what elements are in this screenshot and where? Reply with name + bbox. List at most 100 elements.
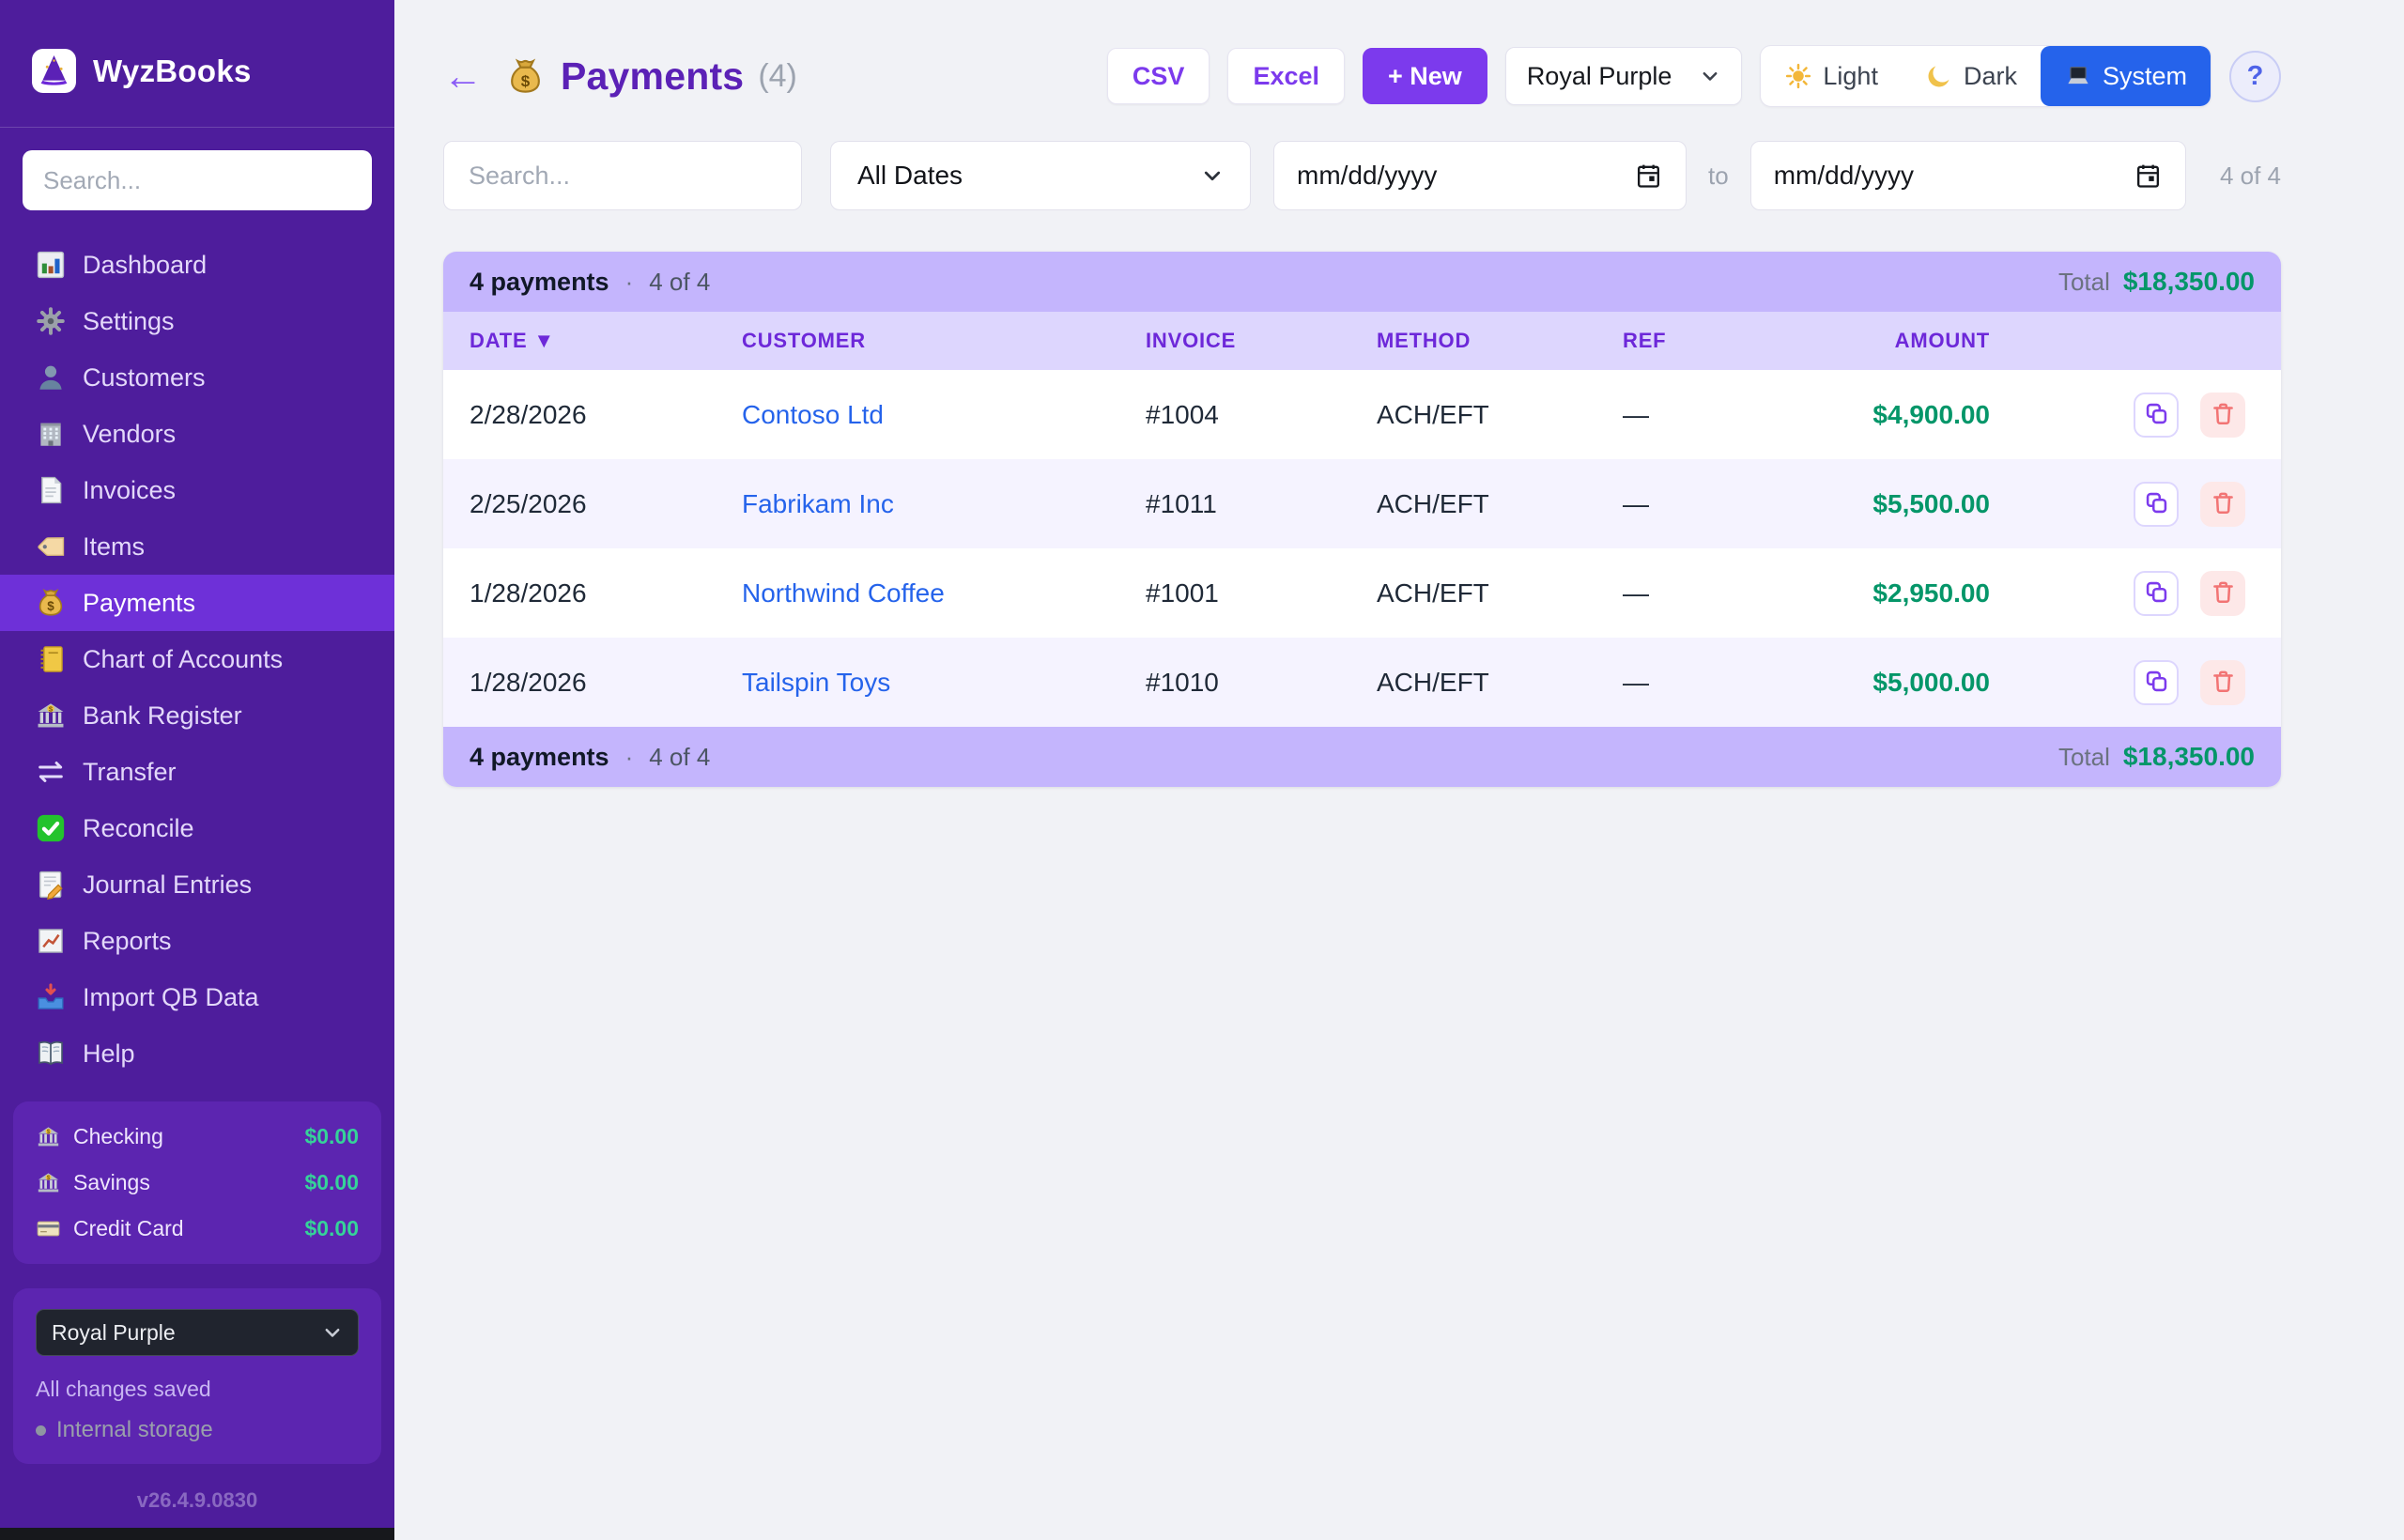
back-button[interactable]: ← [443,56,483,96]
theme-select[interactable]: Royal Purple [36,1309,359,1356]
calendar-icon[interactable] [2134,162,2163,191]
cell-amount: $5,000.00 [1820,668,1990,698]
account-credit-card[interactable]: Credit Card$0.00 [36,1216,359,1241]
sidebar-item-items[interactable]: Items [0,518,394,575]
journal-icon [35,869,67,901]
sidebar-item-reports[interactable]: Reports [0,913,394,969]
copy-button[interactable] [2134,393,2179,438]
trash-icon [2210,668,2237,698]
copy-button[interactable] [2134,571,2179,616]
table-row[interactable]: 2/28/2026Contoso Ltd#1004ACH/EFT—$4,900.… [443,370,2281,459]
table-footer-bar: 4 payments · 4 of 4 Total $18,350.00 [443,727,2281,787]
sidebar-item-reconcile[interactable]: Reconcile [0,800,394,856]
date-range-select[interactable]: All Dates [830,141,1251,210]
cell-actions [1990,482,2255,527]
mode-system[interactable]: System [2041,46,2211,106]
customer-link[interactable]: Contoso Ltd [742,400,884,429]
filter-bar: All Dates mm/dd/yyyy to mm/dd/yyyy 4 of … [443,141,2281,210]
new-button[interactable]: + New [1363,48,1487,104]
account-savings[interactable]: $Savings$0.00 [36,1170,359,1195]
copy-button[interactable] [2134,660,2179,705]
date-from-input[interactable]: mm/dd/yyyy [1273,141,1687,210]
sidebar-item-chart-of-accounts[interactable]: Chart of Accounts [0,631,394,687]
trash-icon [2210,578,2237,608]
customer-link[interactable]: Fabrikam Inc [742,489,894,518]
moneybag-icon: $ [35,587,67,619]
mode-dark[interactable]: Dark [1902,46,2041,106]
ledger-icon [35,643,67,675]
delete-button[interactable] [2200,660,2245,705]
delete-button[interactable] [2200,482,2245,527]
copy-icon [2143,400,2170,430]
color-mode-toggle: Light Dark System [1760,45,2211,107]
theme-dropdown-value: Royal Purple [1527,62,1672,91]
cell-ref: — [1623,668,1820,698]
column-header-date[interactable]: DATE ▼ [470,329,742,353]
trash-icon [2210,400,2237,430]
calendar-icon[interactable] [1634,162,1663,191]
mode-light[interactable]: Light [1761,46,1902,106]
delete-button[interactable] [2200,393,2245,438]
sidebar-item-vendors[interactable]: Vendors [0,406,394,462]
table-row[interactable]: 2/25/2026Fabrikam Inc#1011ACH/EFT—$5,500… [443,459,2281,548]
copy-icon [2143,578,2170,608]
cell-amount: $2,950.00 [1820,578,1990,608]
theme-select-value: Royal Purple [52,1320,176,1346]
bank-icon: $ [35,700,67,732]
csv-button[interactable]: CSV [1107,48,1210,104]
customer-link[interactable]: Tailspin Toys [742,668,890,697]
cell-method: ACH/EFT [1377,668,1623,698]
copy-button[interactable] [2134,482,2179,527]
sidebar-item-bank-register[interactable]: $Bank Register [0,687,394,744]
theme-panel: Royal Purple All changes saved Internal … [13,1288,381,1464]
cell-invoice: #1001 [1146,578,1377,608]
column-header-method[interactable]: METHOD [1377,329,1623,353]
column-header-customer[interactable]: CUSTOMER [742,329,1146,353]
table-row[interactable]: 1/28/2026Northwind Coffee#1001ACH/EFT—$2… [443,548,2281,638]
column-header-invoice[interactable]: INVOICE [1146,329,1377,353]
creditcard-icon [36,1216,61,1241]
cell-ref: — [1623,578,1820,608]
cell-method: ACH/EFT [1377,400,1623,430]
cell-date: 1/28/2026 [470,578,742,608]
reconcile-icon [35,812,67,844]
sidebar-item-import-qb-data[interactable]: Import QB Data [0,969,394,1025]
column-header-ref[interactable]: REF [1623,329,1820,353]
customers-icon [35,362,67,393]
sidebar-item-invoices[interactable]: Invoices [0,462,394,518]
excel-button[interactable]: Excel [1227,48,1345,104]
sidebar-item-transfer[interactable]: Transfer [0,744,394,800]
delete-button[interactable] [2200,571,2245,616]
table-body: 2/28/2026Contoso Ltd#1004ACH/EFT—$4,900.… [443,370,2281,727]
column-header-amount[interactable]: AMOUNT [1820,329,1990,353]
trash-icon [2210,489,2237,519]
table-row[interactable]: 1/28/2026Tailspin Toys#1010ACH/EFT—$5,00… [443,638,2281,727]
total-amount: $18,350.00 [2123,267,2255,297]
cell-date: 2/25/2026 [470,489,742,519]
sidebar-item-dashboard[interactable]: Dashboard [0,237,394,293]
sidebar: WyzBooks DashboardSettingsCustomersVendo… [0,0,394,1540]
cell-amount: $4,900.00 [1820,400,1990,430]
sidebar-divider [0,127,394,128]
page-count: (4) [758,58,797,95]
brand: WyzBooks [0,0,394,127]
date-to-input[interactable]: mm/dd/yyyy [1750,141,2186,210]
sidebar-item-customers[interactable]: Customers [0,349,394,406]
help-button[interactable]: ? [2229,51,2281,102]
theme-dropdown[interactable]: Royal Purple [1505,47,1743,105]
storage-status: Internal storage [36,1417,359,1443]
sidebar-bottom-strip [0,1528,394,1540]
main-content: ← $ Payments (4) CSV Excel + New Royal P… [394,0,2404,1540]
sidebar-item-journal-entries[interactable]: Journal Entries [0,856,394,913]
payments-search-input[interactable] [443,141,802,210]
customer-link[interactable]: Northwind Coffee [742,578,945,608]
sidebar-item-settings[interactable]: Settings [0,293,394,349]
sidebar-item-payments[interactable]: $Payments [0,575,394,631]
copy-icon [2143,668,2170,698]
accounts-summary-panel: $Checking$0.00 $Savings$0.00 Credit Card$0… [13,1101,381,1264]
sidebar-item-help[interactable]: Help [0,1025,394,1082]
sidebar-search-input[interactable] [23,150,372,210]
svg-text:$: $ [521,71,531,89]
tag-icon [35,531,67,562]
account-checking[interactable]: $Checking$0.00 [36,1124,359,1149]
